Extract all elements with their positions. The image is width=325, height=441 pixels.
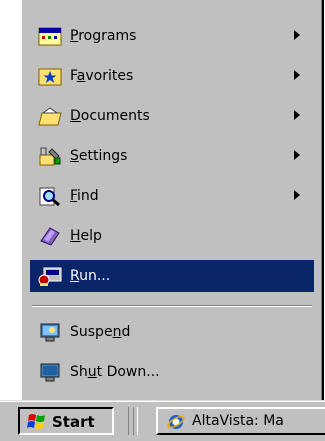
menu-item-settings[interactable]: Settings xyxy=(30,140,314,172)
start-button[interactable]: Start xyxy=(18,407,114,435)
menu-item-label: Find xyxy=(70,188,99,204)
taskbar: Start AltaVista: Ma xyxy=(0,400,325,441)
run-icon xyxy=(38,267,62,286)
menu-item-label: Suspend xyxy=(70,324,131,340)
menu-item-documents[interactable]: Documents xyxy=(30,100,314,132)
start-menu: Programs Favorites Documents Settings Fi… xyxy=(22,0,324,400)
submenu-arrow-icon xyxy=(294,70,300,80)
programs-icon xyxy=(38,27,62,46)
menu-item-label: Shut Down... xyxy=(70,364,160,380)
menu-item-label: Programs xyxy=(70,28,137,44)
taskbar-grip-line xyxy=(133,407,134,435)
suspend-icon xyxy=(40,323,60,342)
submenu-arrow-icon xyxy=(294,30,300,40)
task-label: AltaVista: Ma xyxy=(192,413,284,429)
menu-item-favorites[interactable]: Favorites xyxy=(30,60,314,92)
menu-item-label: Help xyxy=(70,228,102,244)
menu-item-label: Documents xyxy=(70,108,150,124)
submenu-arrow-icon xyxy=(294,190,300,200)
submenu-arrow-icon xyxy=(294,150,300,160)
menu-item-programs[interactable]: Programs xyxy=(30,20,314,52)
menu-item-help[interactable]: Help xyxy=(30,220,314,252)
internet-explorer-icon xyxy=(167,415,185,429)
menu-item-label: Favorites xyxy=(70,68,134,84)
favorites-icon xyxy=(38,68,62,86)
submenu-arrow-icon xyxy=(294,110,300,120)
documents-icon xyxy=(38,107,62,126)
settings-icon xyxy=(39,147,61,166)
start-label: Start xyxy=(52,413,95,431)
taskbar-button-altavista[interactable]: AltaVista: Ma xyxy=(156,407,325,435)
menu-item-suspend[interactable]: Suspend xyxy=(30,316,314,348)
find-icon xyxy=(39,187,60,207)
windows-logo-icon xyxy=(27,414,45,429)
menu-item-run[interactable]: Run... xyxy=(30,260,314,292)
menu-item-find[interactable]: Find xyxy=(30,180,314,212)
menu-separator xyxy=(32,305,312,307)
menu-item-label: Settings xyxy=(70,148,128,164)
help-icon xyxy=(40,227,60,246)
menu-item-label: Run... xyxy=(70,268,111,284)
shutdown-icon xyxy=(40,363,60,382)
menu-item-shut-down[interactable]: Shut Down... xyxy=(30,356,314,388)
